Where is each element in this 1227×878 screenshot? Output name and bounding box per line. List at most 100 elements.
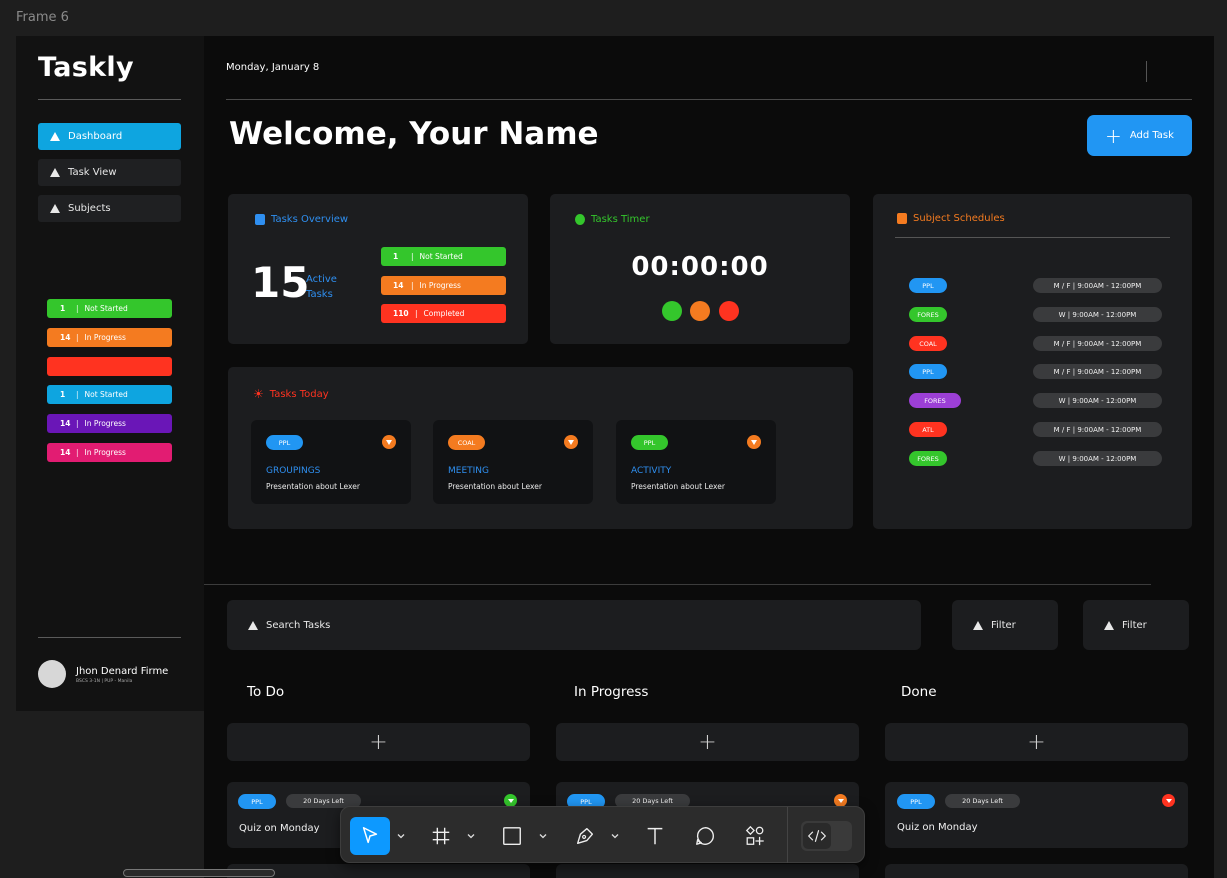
- schedule-subject-tag: PPL: [909, 278, 947, 293]
- status-count: 14: [393, 281, 404, 290]
- frame-label[interactable]: Frame 6: [16, 10, 69, 25]
- status-separator: |: [411, 281, 414, 290]
- task-title: MEETING: [448, 466, 489, 476]
- sidebar-status-in-progress-pink: 14 | In Progress: [47, 443, 172, 462]
- triangle-icon: [50, 204, 60, 213]
- app-logo: Taskly: [38, 52, 134, 83]
- task-title: GROUPINGS: [266, 466, 321, 476]
- schedule-subject-tag: PPL: [909, 364, 947, 379]
- schedule-subject-tag: COAL: [909, 336, 947, 351]
- schedule-time: W | 9:00AM - 12:00PM: [1033, 393, 1162, 408]
- tasks-timer-label: Tasks Timer: [591, 214, 650, 225]
- triangle-icon: [1104, 620, 1114, 630]
- pen-tool-button[interactable]: [568, 817, 602, 855]
- sidebar-status-in-progress: 14 | In Progress: [47, 328, 172, 347]
- horizontal-scrollbar[interactable]: [123, 869, 275, 877]
- current-date: Monday, January 8: [226, 62, 320, 73]
- status-label: Not Started: [84, 304, 128, 313]
- schedule-subject-tag: FORES: [909, 451, 947, 466]
- chevron-down-icon: [611, 834, 619, 839]
- sidebar-divider-bottom: [38, 637, 181, 638]
- text-tool-button[interactable]: [638, 817, 672, 855]
- timer-stop-button[interactable]: [719, 301, 739, 321]
- move-tool-dropdown[interactable]: [395, 817, 407, 855]
- dev-mode-toggle[interactable]: [801, 821, 852, 851]
- triangle-icon: [50, 132, 60, 141]
- chevron-down-icon[interactable]: [382, 435, 396, 449]
- filter-button-2[interactable]: Filter: [1083, 600, 1189, 650]
- active-label-line-2: Tasks: [306, 289, 333, 300]
- kanban-card-in-progress-2[interactable]: [556, 864, 859, 878]
- status-separator: |: [76, 448, 79, 457]
- today-task-card[interactable]: [251, 420, 411, 504]
- search-placeholder: Search Tasks: [266, 619, 331, 631]
- kanban-card-done-2[interactable]: [885, 864, 1188, 878]
- avatar[interactable]: [38, 660, 66, 688]
- chevron-down-icon: [397, 834, 405, 839]
- sidebar-item-dashboard[interactable]: Dashboard: [38, 123, 181, 150]
- task-title: ACTIVITY: [631, 466, 672, 476]
- today-task-card[interactable]: [433, 420, 593, 504]
- timer-start-button[interactable]: [662, 301, 682, 321]
- task-tag: PPL: [897, 794, 935, 809]
- add-in-progress-button[interactable]: +: [556, 723, 859, 761]
- tasks-overview-title: Tasks Overview: [255, 214, 348, 225]
- sidebar-status-blank: [47, 357, 172, 376]
- status-count: 14: [60, 419, 71, 428]
- kanban-card-done[interactable]: [885, 782, 1188, 848]
- filter-button-1[interactable]: Filter: [952, 600, 1058, 650]
- frame-tool-button[interactable]: [424, 817, 458, 855]
- add-done-button[interactable]: +: [885, 723, 1188, 761]
- status-count: 14: [60, 333, 71, 342]
- actions-tool-button[interactable]: [738, 817, 772, 855]
- dev-mode-knob: [803, 823, 831, 849]
- overview-status-in-progress: 14 | In Progress: [381, 276, 506, 295]
- kanban-card-title: Quiz on Monday: [239, 823, 320, 834]
- status-separator: |: [76, 419, 79, 428]
- frame-tool-dropdown[interactable]: [465, 817, 477, 855]
- schedule-subject-tag: FORES: [909, 393, 961, 408]
- subject-schedules-card: [873, 194, 1192, 529]
- chevron-down-icon[interactable]: [747, 435, 761, 449]
- timer-display: 00:00:00: [631, 252, 769, 282]
- sidebar-item-subjects[interactable]: Subjects: [38, 195, 181, 222]
- sidebar-item-label: Task View: [68, 167, 117, 178]
- shape-tool-dropdown[interactable]: [537, 817, 549, 855]
- user-name: Jhon Denard Firme: [76, 666, 169, 677]
- schedule-time: M / F | 9:00AM - 12:00PM: [1033, 364, 1162, 379]
- chevron-down-icon[interactable]: [1162, 794, 1175, 807]
- comment-tool-button[interactable]: [688, 817, 722, 855]
- column-title-in-progress: In Progress: [574, 684, 649, 700]
- task-description: Presentation about Lexer: [266, 482, 360, 491]
- column-title-todo: To Do: [247, 684, 285, 700]
- add-todo-button[interactable]: +: [227, 723, 530, 761]
- tasks-overview-label: Tasks Overview: [271, 214, 349, 225]
- chevron-down-icon[interactable]: [564, 435, 578, 449]
- status-separator: |: [76, 304, 79, 313]
- move-tool-button[interactable]: [350, 817, 390, 855]
- pen-icon: [576, 827, 594, 845]
- clipboard-icon: [255, 214, 265, 225]
- status-label: In Progress: [84, 448, 126, 457]
- frame-icon: [432, 827, 450, 845]
- active-tasks-label: Active Tasks: [306, 272, 337, 302]
- overview-status-not-started: 1 | Not Started: [381, 247, 506, 266]
- calendar-icon: [897, 213, 907, 224]
- sidebar-item-task-view[interactable]: Task View: [38, 159, 181, 186]
- triangle-icon: [248, 620, 258, 630]
- pen-tool-dropdown[interactable]: [609, 817, 621, 855]
- shape-tool-button[interactable]: [495, 817, 529, 855]
- timer-pause-button[interactable]: [690, 301, 710, 321]
- search-input[interactable]: Search Tasks: [227, 600, 921, 650]
- schedule-time: M / F | 9:00AM - 12:00PM: [1033, 422, 1162, 437]
- schedule-subject-tag: FORES: [909, 307, 947, 322]
- header-divider: [1146, 61, 1147, 82]
- add-task-button[interactable]: + Add Task: [1087, 115, 1192, 156]
- sidebar-status-not-started: 1 | Not Started: [47, 299, 172, 318]
- status-label: In Progress: [84, 333, 126, 342]
- section-divider: [204, 584, 1151, 585]
- today-task-card[interactable]: [616, 420, 776, 504]
- header-underline: [226, 99, 1192, 100]
- status-label: In Progress: [419, 281, 461, 290]
- status-count: 1: [60, 304, 66, 313]
